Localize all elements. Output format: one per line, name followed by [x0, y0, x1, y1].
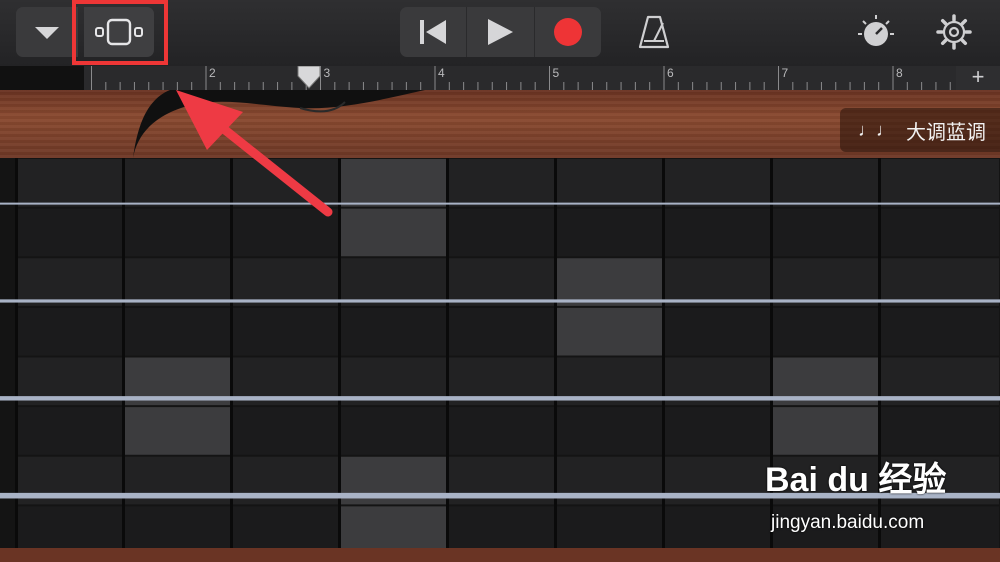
watermark-url: jingyan.baidu.com	[771, 512, 925, 533]
baidu-watermark: Bai du 经验 jingyan.baidu.com	[765, 452, 965, 542]
garageband-app: 2345678 + ♩♩ 大调蓝调 Bai du 经验 jingyan.baid…	[0, 0, 1000, 562]
watermark-logo: Bai du 经验	[765, 461, 947, 499]
